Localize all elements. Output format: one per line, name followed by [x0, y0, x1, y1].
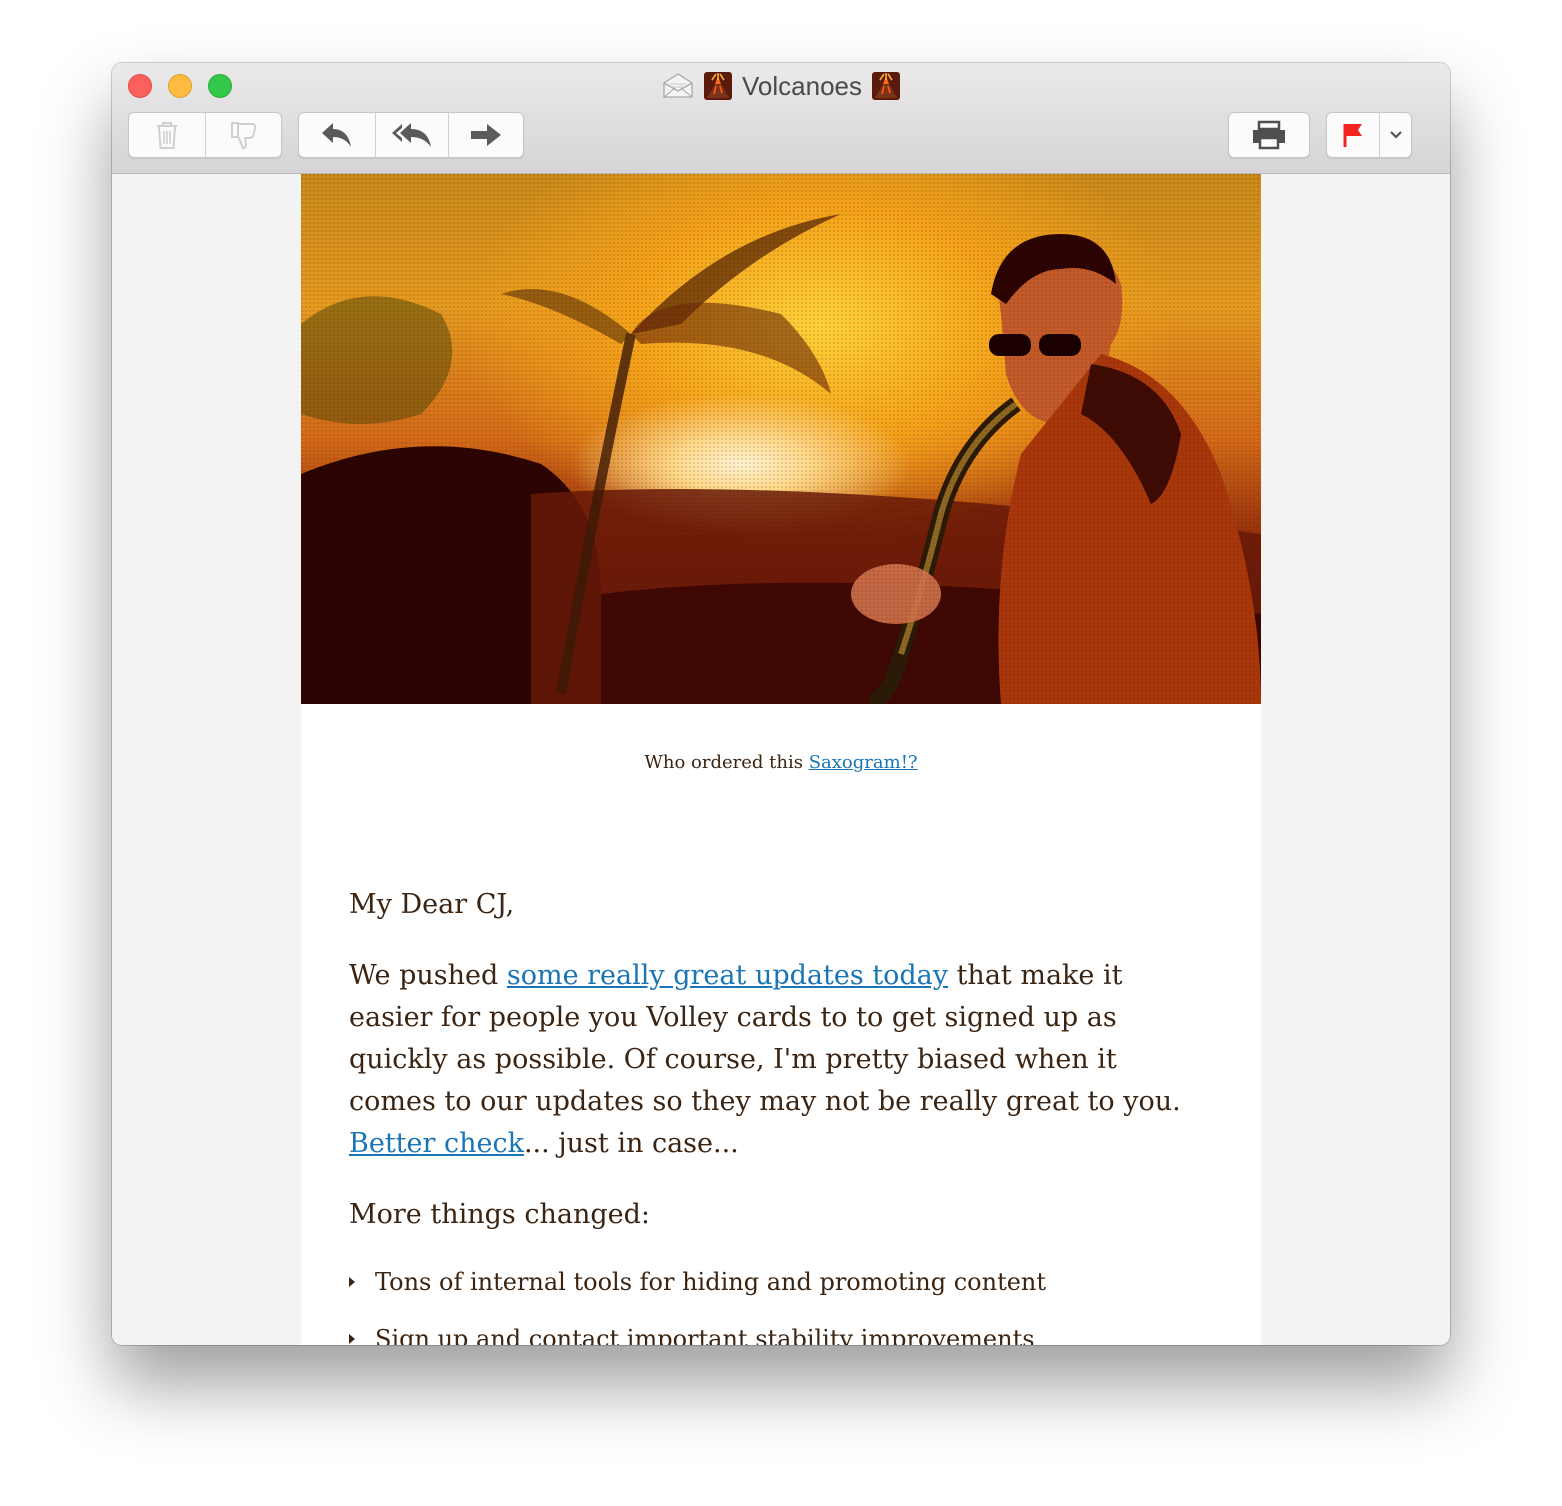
forward-button[interactable] — [449, 113, 523, 157]
delete-junk-group — [128, 112, 282, 158]
greeting: My Dear CJ, — [349, 889, 515, 920]
flag-menu-button[interactable] — [1380, 113, 1411, 157]
list-item-text: Tons of internal tools for hiding and pr… — [375, 1268, 1047, 1296]
saxophone-image — [301, 174, 1261, 704]
delete-button[interactable] — [129, 113, 206, 157]
junk-button[interactable] — [206, 113, 281, 157]
changes-list: Tons of internal tools for hiding and pr… — [349, 1265, 1199, 1345]
caption-text: Who ordered this — [644, 752, 809, 773]
volcano-icon — [704, 72, 732, 100]
window-title-area: Volcanoes — [112, 69, 1450, 103]
titlebar: Volcanoes — [112, 63, 1450, 174]
letter-text: My Dear CJ, We pushed some really great … — [349, 884, 1199, 1345]
para-text: We pushed — [349, 960, 507, 991]
bullet-icon — [349, 1277, 355, 1287]
reply-all-button[interactable] — [376, 113, 449, 157]
saxogram-link[interactable]: Saxogram!? — [809, 752, 918, 773]
updates-link[interactable]: some really great updates today — [507, 960, 948, 991]
flag-group — [1326, 112, 1412, 158]
reply-button[interactable] — [299, 113, 376, 157]
junk-icon — [228, 120, 260, 150]
reply-icon — [320, 121, 354, 149]
flag-icon — [1342, 122, 1364, 148]
para-text: ... just in case... — [523, 1128, 739, 1159]
print-group — [1228, 112, 1310, 158]
print-button[interactable] — [1229, 113, 1309, 157]
list-item: Sign up and contact important stability … — [349, 1322, 1199, 1345]
mail-window: Volcanoes Who ordered this Saxogram!? My… — [112, 63, 1450, 1345]
better-check-link[interactable]: Better check — [349, 1128, 524, 1159]
reply-group — [298, 112, 524, 158]
volcano-icon — [871, 72, 900, 100]
chevron-down-icon — [1389, 130, 1403, 140]
forward-icon — [469, 122, 503, 148]
list-item: Tons of internal tools for hiding and pr… — [349, 1265, 1199, 1299]
trash-icon — [154, 120, 180, 150]
list-item-text: Sign up and contact important stability … — [375, 1325, 1035, 1345]
more-changes-heading: More things changed: — [349, 1199, 650, 1230]
paragraph-updates: We pushed some really great updates toda… — [349, 955, 1199, 1165]
bullet-icon — [349, 1334, 355, 1344]
print-icon — [1250, 120, 1288, 150]
flag-button[interactable] — [1327, 113, 1380, 157]
message-viewer[interactable]: Who ordered this Saxogram!? My Dear CJ, … — [112, 174, 1450, 1345]
envelope-icon — [662, 73, 694, 99]
image-caption: Who ordered this Saxogram!? — [301, 752, 1261, 773]
window-title: Volcanoes — [742, 70, 862, 101]
reply-all-icon — [390, 121, 434, 149]
email-body: Who ordered this Saxogram!? My Dear CJ, … — [301, 174, 1261, 1345]
